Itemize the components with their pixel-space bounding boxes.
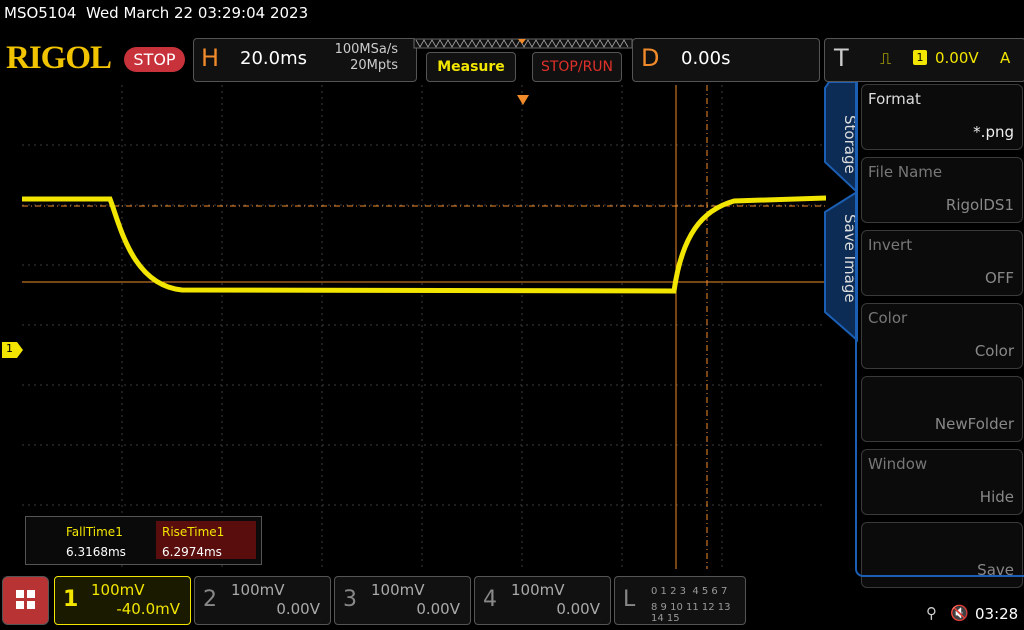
delay-settings[interactable]: D 0.00s	[632, 38, 820, 82]
channel-4-box[interactable]: 4 100mV 0.00V	[474, 576, 611, 625]
sample-rate: 100MSa/s	[334, 42, 398, 57]
fall-time-value: 6.3168ms	[66, 545, 126, 559]
stop-run-button[interactable]: STOP/RUN	[532, 52, 622, 82]
memory-overview-bar[interactable]	[412, 37, 634, 51]
trigger-settings[interactable]: T ⎍ 1 0.00V A	[824, 38, 1024, 82]
horizontal-settings[interactable]: H 20.0ms 100MSa/s 20Mpts	[193, 38, 417, 82]
speaker-mute-icon[interactable]: 🔇	[950, 604, 969, 622]
horizontal-letter: H	[201, 44, 220, 72]
grid-menu-icon	[16, 590, 35, 609]
fall-time-label: FallTime1	[66, 525, 123, 539]
logic-analyzer-box[interactable]: L 0 1 2 3 4 5 6 7 8 9 10 11 12 13 14 15	[614, 576, 746, 625]
waveform-display[interactable]	[22, 85, 826, 569]
ch1-waveform	[22, 195, 826, 294]
side-menu-border	[855, 82, 1024, 577]
delay-value: 0.00s	[681, 48, 731, 69]
main-menu-button[interactable]	[2, 576, 49, 625]
channel-1-box[interactable]: 1 100mV -40.0mV	[54, 576, 191, 625]
rigol-logo: RIGOL	[6, 40, 112, 76]
trigger-mode: A	[1000, 49, 1011, 67]
clock: 03:28	[975, 605, 1019, 623]
datetime: Wed March 22 03:29:04 2023	[86, 4, 309, 22]
trigger-edge-icon: ⎍	[880, 49, 892, 68]
rise-time-label: RiseTime1	[162, 525, 225, 539]
memory-depth: 20Mpts	[350, 58, 398, 73]
measurement-panel: FallTime1 6.3168ms RiseTime1 6.2974ms	[25, 516, 262, 565]
rise-time-value: 6.2974ms	[162, 545, 222, 559]
title-bar: MSO5104 Wed March 22 03:29:04 2023	[4, 4, 308, 22]
channel-3-box[interactable]: 3 100mV 0.00V	[334, 576, 471, 625]
measure-button[interactable]: Measure	[426, 52, 516, 82]
timebase-value: 20.0ms	[240, 48, 307, 69]
usb-icon: ⚲	[926, 604, 937, 622]
trigger-source: 1	[913, 50, 927, 65]
trigger-position-marker	[517, 95, 529, 105]
channel-2-box[interactable]: 2 100mV 0.00V	[194, 576, 331, 625]
model-name: MSO5104	[4, 4, 77, 22]
grid-lines	[22, 85, 826, 569]
run-status-badge[interactable]: STOP	[124, 47, 185, 72]
delay-letter: D	[641, 44, 660, 72]
trigger-level: 0.00V	[935, 49, 979, 67]
trigger-letter: T	[834, 44, 849, 72]
